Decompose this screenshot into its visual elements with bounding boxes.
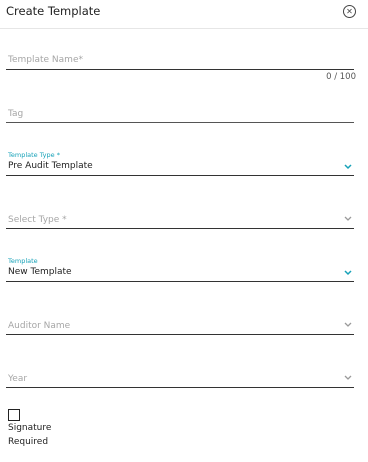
auditor-name-underline	[6, 334, 354, 335]
template-name-field[interactable]: Template Name*	[6, 50, 354, 80]
tag-underline	[6, 122, 354, 123]
template-type-select[interactable]: Template Type * Pre Audit Template	[6, 148, 354, 178]
auditor-name-select[interactable]: Auditor Name	[6, 316, 354, 338]
template-underline	[6, 281, 354, 282]
close-icon[interactable]: ✕	[343, 5, 356, 18]
signature-label-line2: Required	[8, 437, 49, 447]
chevron-down-icon	[344, 322, 352, 327]
signature-required-label: Signature Required	[8, 421, 68, 449]
chevron-down-icon	[344, 216, 352, 221]
auditor-name-placeholder: Auditor Name	[8, 321, 71, 331]
chevron-down-icon	[344, 164, 352, 170]
select-type-select[interactable]: Select Type *	[6, 210, 354, 232]
dialog-header: Create Template ✕	[0, 0, 368, 29]
year-select[interactable]: Year	[6, 369, 354, 391]
tag-placeholder: Tag	[8, 109, 24, 119]
template-select[interactable]: Template New Template	[6, 254, 354, 284]
template-label: Template	[8, 257, 38, 265]
signature-required-checkbox[interactable]	[8, 409, 20, 421]
signature-label-line1: Signature	[8, 423, 52, 433]
chevron-down-icon	[344, 270, 352, 276]
template-type-underline	[6, 175, 354, 176]
tag-field[interactable]: Tag	[6, 104, 354, 126]
template-type-label: Template Type *	[8, 151, 60, 159]
year-placeholder: Year	[8, 374, 28, 384]
year-underline	[6, 387, 354, 388]
dialog-title: Create Template	[6, 4, 101, 18]
template-type-value: Pre Audit Template	[8, 161, 93, 171]
select-type-placeholder: Select Type *	[8, 215, 67, 225]
template-name-counter: 0 / 100	[326, 72, 356, 82]
chevron-down-icon	[344, 375, 352, 380]
template-name-underline	[6, 69, 354, 70]
template-name-placeholder: Template Name*	[8, 55, 83, 65]
template-value: New Template	[8, 267, 72, 277]
select-type-underline	[6, 228, 354, 229]
